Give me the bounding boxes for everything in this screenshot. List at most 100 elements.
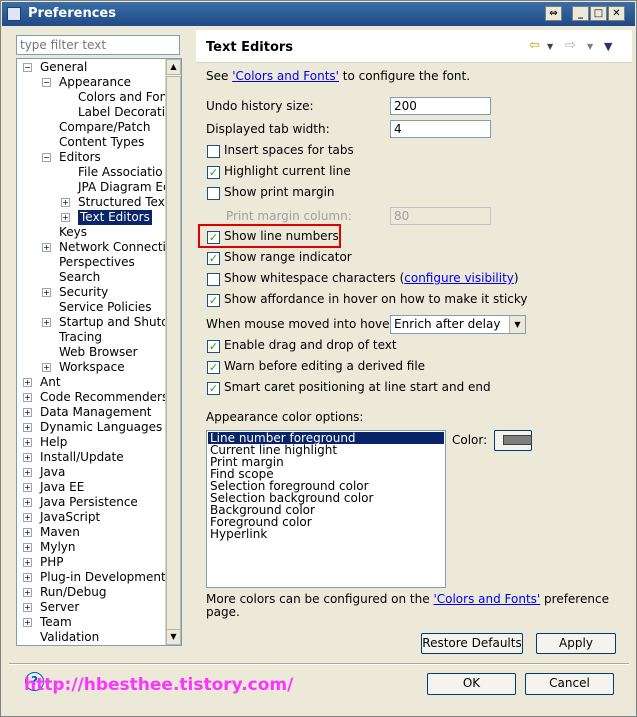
checkbox-label[interactable]: Show range indicator bbox=[224, 250, 352, 264]
print-margin-field: 80 bbox=[390, 207, 491, 225]
collapse-icon[interactable]: − bbox=[42, 153, 51, 162]
back-dropdown-icon[interactable]: ▼ bbox=[547, 42, 553, 51]
checkbox[interactable]: ✓ bbox=[207, 294, 220, 307]
expand-icon[interactable]: + bbox=[42, 363, 51, 372]
tree-item-label: Team bbox=[40, 615, 72, 629]
expand-icon[interactable]: + bbox=[23, 378, 32, 387]
scroll-up-icon[interactable]: ▲ bbox=[166, 59, 181, 75]
ok-button[interactable]: OK bbox=[427, 673, 516, 695]
checkbox[interactable]: ✓ bbox=[207, 166, 220, 179]
checkbox-label[interactable]: Warn before editing a derived file bbox=[224, 359, 425, 373]
collapse-icon[interactable]: − bbox=[42, 78, 51, 87]
checkbox-label[interactable]: Enable drag and drop of text bbox=[224, 338, 397, 352]
checkbox[interactable]: ✓ bbox=[207, 361, 220, 374]
expand-icon[interactable]: + bbox=[42, 318, 51, 327]
checkbox-text: Show print margin bbox=[224, 185, 335, 199]
tree-item-label: Code Recommenders bbox=[40, 390, 169, 404]
chevron-down-icon[interactable]: ▼ bbox=[509, 316, 525, 333]
checkbox-label[interactable]: Show whitespace characters (configure vi… bbox=[224, 271, 519, 285]
checkbox[interactable]: ✓ bbox=[207, 252, 220, 265]
forward-dropdown-icon[interactable]: ▼ bbox=[587, 42, 593, 51]
scroll-down-icon[interactable]: ▼ bbox=[166, 629, 181, 645]
color-label: Color: bbox=[452, 433, 488, 447]
expand-icon[interactable]: + bbox=[23, 573, 32, 582]
tree-item-label: Install/Update bbox=[40, 450, 124, 464]
checkbox-label[interactable]: Show affordance in hover on how to make … bbox=[224, 292, 528, 306]
tree-item-label: Network Connectio bbox=[59, 240, 174, 254]
checkbox-label[interactable]: Show line numbers bbox=[224, 229, 339, 243]
expand-icon[interactable]: + bbox=[23, 603, 32, 612]
checkbox-label[interactable]: Insert spaces for tabs bbox=[224, 143, 354, 157]
restore-defaults-button[interactable]: Restore Defaults bbox=[421, 633, 523, 654]
configure-visibility-link[interactable]: configure visibility bbox=[404, 271, 514, 285]
expand-icon[interactable]: + bbox=[23, 543, 32, 552]
undo-history-field[interactable]: 200 bbox=[390, 97, 491, 115]
print-margin-label: Print margin column: bbox=[226, 209, 352, 223]
expand-icon[interactable]: + bbox=[23, 453, 32, 462]
checkbox-text: Smart caret positioning at line start an… bbox=[224, 380, 491, 394]
checkbox-text: Warn before editing a derived file bbox=[224, 359, 426, 373]
checkbox[interactable]: ✓ bbox=[207, 231, 220, 244]
tree-scrollbar[interactable]: ▲ ▼ bbox=[165, 59, 181, 645]
expand-icon[interactable]: + bbox=[23, 468, 32, 477]
expand-icon[interactable]: + bbox=[23, 558, 32, 567]
tree-item-label: Workspace bbox=[59, 360, 125, 374]
checkbox[interactable]: ✓ bbox=[207, 382, 220, 395]
hover-select-value: Enrich after delay bbox=[394, 317, 501, 331]
forward-arrow-icon[interactable]: ⇨ bbox=[565, 38, 576, 53]
tree-item-label: Dynamic Languages bbox=[40, 420, 163, 434]
footer-separator bbox=[9, 663, 629, 665]
minimize-button[interactable]: _ bbox=[572, 6, 589, 21]
restore-size-icon[interactable]: ⇔ bbox=[545, 6, 562, 21]
color-option[interactable]: Hyperlink bbox=[208, 528, 444, 540]
expand-icon[interactable]: + bbox=[23, 588, 32, 597]
expand-icon[interactable]: + bbox=[61, 198, 70, 207]
checkbox[interactable]: ✓ bbox=[207, 340, 220, 353]
checkbox-text: Show line numbers bbox=[224, 229, 339, 243]
checkbox[interactable] bbox=[207, 273, 220, 286]
close-button[interactable]: ✕ bbox=[608, 6, 625, 21]
tree-item-label: Validation bbox=[40, 630, 100, 644]
expand-icon[interactable]: + bbox=[23, 513, 32, 522]
apply-button[interactable]: Apply bbox=[536, 633, 616, 654]
checkbox[interactable] bbox=[207, 145, 220, 158]
expand-icon[interactable]: + bbox=[23, 393, 32, 402]
tree-item-label: Compare/Patch bbox=[59, 120, 151, 134]
checkbox-label[interactable]: Show print margin bbox=[224, 185, 335, 199]
font-info-suffix: to configure the font. bbox=[338, 69, 471, 83]
color-options-list[interactable]: Line number foreground Current line highl… bbox=[206, 430, 446, 588]
expand-icon[interactable]: + bbox=[23, 498, 32, 507]
checkbox[interactable] bbox=[207, 187, 220, 200]
filter-input[interactable] bbox=[16, 35, 180, 55]
expand-icon[interactable]: + bbox=[23, 438, 32, 447]
scroll-thumb[interactable] bbox=[166, 76, 181, 631]
checkbox-label[interactable]: Smart caret positioning at line start an… bbox=[224, 380, 491, 394]
hover-select[interactable]: Enrich after delay ▼ bbox=[390, 315, 526, 334]
colors-and-fonts-link[interactable]: 'Colors and Fonts' bbox=[232, 69, 339, 83]
expand-icon[interactable]: + bbox=[23, 618, 32, 627]
more-colors-link[interactable]: 'Colors and Fonts' bbox=[433, 592, 540, 606]
color-swatch bbox=[503, 435, 532, 445]
preference-tree[interactable]: − General − Appearance Colors and Font Label … bbox=[16, 58, 182, 646]
color-picker-button[interactable] bbox=[494, 430, 532, 451]
expand-icon[interactable]: + bbox=[23, 408, 32, 417]
tree-item-label: Tracing bbox=[59, 330, 103, 344]
expand-icon[interactable]: + bbox=[23, 528, 32, 537]
expand-icon[interactable]: + bbox=[61, 213, 70, 222]
cancel-button[interactable]: Cancel bbox=[525, 673, 614, 695]
collapse-icon[interactable]: − bbox=[23, 63, 32, 72]
expand-icon[interactable]: + bbox=[23, 483, 32, 492]
title-bar[interactable]: Preferences ⇔ _ □ ✕ bbox=[2, 2, 635, 26]
maximize-button[interactable]: □ bbox=[590, 6, 607, 21]
tree-item-label: Structured Text bbox=[78, 195, 170, 209]
back-arrow-icon[interactable]: ⇦ bbox=[529, 38, 540, 53]
checkbox-label[interactable]: Highlight current line bbox=[224, 164, 351, 178]
preferences-window: Preferences ⇔ _ □ ✕ −General−AppearanceC… bbox=[0, 0, 637, 717]
expand-icon[interactable]: + bbox=[42, 288, 51, 297]
tab-width-field[interactable]: 4 bbox=[390, 120, 491, 138]
expand-icon[interactable]: + bbox=[23, 423, 32, 432]
view-menu-icon[interactable]: ▼ bbox=[604, 40, 612, 53]
expand-icon[interactable]: + bbox=[42, 243, 51, 252]
window-title: Preferences bbox=[28, 6, 116, 21]
tree-item-label: Perspectives bbox=[59, 255, 135, 269]
